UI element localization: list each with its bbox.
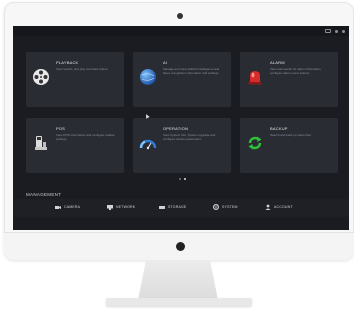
gear-icon	[213, 204, 219, 210]
tile-description: View POS information and configure relat…	[56, 133, 115, 142]
pos-terminal-icon	[30, 132, 52, 154]
alarm-siren-icon	[244, 66, 266, 88]
tile-ai[interactable]: AI Manage and view artificial intelligen…	[133, 52, 231, 107]
tile-alarm[interactable]: ALARM View and search for alarm informat…	[240, 52, 338, 107]
tile-title: OPERATION	[163, 126, 189, 131]
camera-icon	[55, 204, 61, 210]
speedometer-icon	[137, 132, 159, 154]
management-item-label: ACCOUNT	[274, 205, 293, 209]
backup-arrows-icon	[244, 132, 266, 154]
user-icon	[265, 204, 271, 210]
tile-description: View search, and play recorded videos.	[56, 67, 109, 71]
monitor-stand-base	[106, 298, 252, 306]
tile-description: Search and back up video files.	[270, 133, 312, 137]
tile-operation[interactable]: OPERATION View System info, System upgra…	[133, 118, 231, 173]
management-item-account[interactable]: ACCOUNT	[265, 204, 293, 210]
top-status-bar	[13, 26, 349, 36]
menu-icon[interactable]	[342, 29, 345, 33]
globe-icon	[137, 66, 159, 88]
management-item-camera[interactable]: CAMERA	[55, 204, 80, 210]
tile-title: POS	[56, 126, 66, 131]
page-indicator	[179, 178, 186, 180]
management-item-label: STORAGE	[168, 205, 187, 209]
tile-pos[interactable]: POS View POS information and configure r…	[26, 118, 124, 173]
management-heading: MANAGEMENT	[26, 192, 62, 197]
tile-title: AI	[163, 60, 168, 65]
management-item-label: NETWORK	[116, 205, 136, 209]
tile-title: BACKUP	[270, 126, 288, 131]
management-item-system[interactable]: SYSTEM	[213, 204, 238, 210]
tile-title: ALARM	[270, 60, 285, 65]
tile-backup[interactable]: BACKUP Search and back up video files.	[240, 118, 338, 173]
page-dot[interactable]	[179, 178, 181, 180]
window-icon[interactable]	[325, 29, 331, 33]
dvr-main-menu-screen: PLAYBACK View search, and play recorded …	[13, 26, 349, 230]
storage-icon	[159, 204, 165, 210]
management-item-storage[interactable]: STORAGE	[159, 204, 186, 210]
management-item-network[interactable]: NETWORK	[107, 204, 135, 210]
management-bar: CAMERA NETWORK STORAGE SYSTEM ACCOUNT	[13, 199, 349, 217]
network-icon	[107, 204, 113, 210]
monitor-stand	[138, 260, 218, 300]
management-item-label: SYSTEM	[222, 205, 238, 209]
management-item-label: CAMERA	[64, 205, 81, 209]
tile-playback[interactable]: PLAYBACK View search, and play recorded …	[26, 52, 124, 107]
tile-title: PLAYBACK	[56, 60, 79, 65]
user-status-icon[interactable]	[335, 29, 338, 33]
tile-description: View System info, System upgrade and con…	[163, 133, 216, 142]
power-button	[176, 242, 185, 251]
webcam-dot	[177, 13, 183, 19]
tile-description: Manage and view artificial intelligence …	[163, 67, 220, 76]
film-reel-icon	[30, 66, 52, 88]
tile-description: View and search for alarm information, c…	[270, 67, 322, 76]
page-dot-active[interactable]	[184, 178, 186, 180]
